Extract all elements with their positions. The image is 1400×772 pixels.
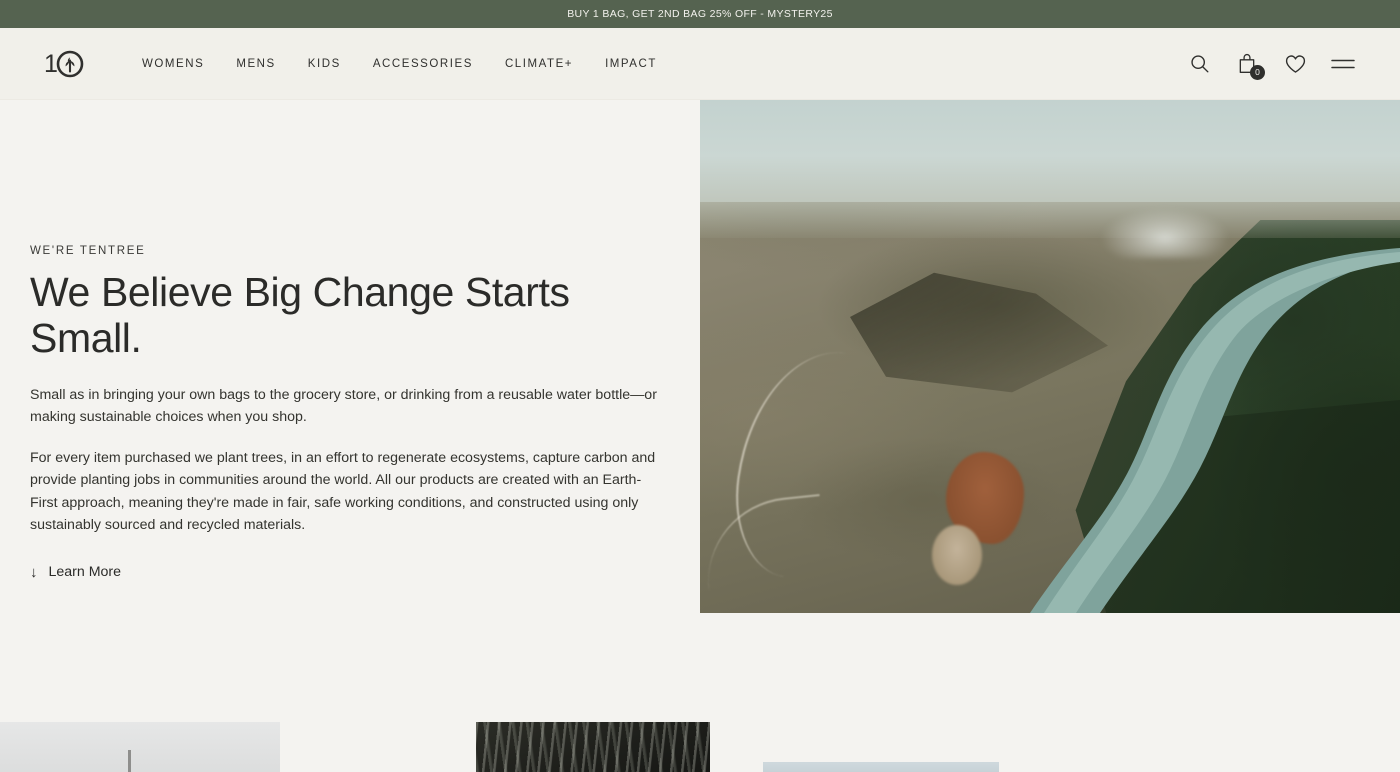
- primary-nav: WOMENS MENS KIDS ACCESSORIES CLIMATE+ IM…: [126, 50, 1186, 78]
- hero-image-smoke: [1100, 208, 1230, 258]
- brand-logo[interactable]: 1: [44, 49, 84, 79]
- nav-item-impact[interactable]: IMPACT: [589, 50, 673, 78]
- nav-item-kids[interactable]: KIDS: [292, 50, 357, 78]
- hero-image-river: [1030, 248, 1400, 613]
- svg-text:1: 1: [44, 50, 58, 78]
- hero-title: We Believe Big Change Starts Small.: [30, 269, 570, 361]
- bottom-tile-strip: [0, 722, 1400, 772]
- cart-count-badge: 0: [1250, 64, 1265, 80]
- search-button[interactable]: [1186, 51, 1212, 77]
- bottom-tile-dark[interactable]: [476, 722, 710, 772]
- announcement-text: BUY 1 BAG, GET 2ND BAG 25% OFF - MYSTERY…: [567, 8, 833, 20]
- wishlist-button[interactable]: [1282, 51, 1308, 77]
- hero-paragraph-2: For every item purchased we plant trees,…: [30, 449, 656, 533]
- heart-icon: [1285, 54, 1305, 73]
- tentree-logo-icon: 1: [44, 50, 84, 78]
- hero-eyebrow: WE'RE TENTREE: [30, 245, 146, 257]
- hamburger-menu-icon: [1331, 59, 1355, 68]
- menu-button[interactable]: [1330, 51, 1356, 77]
- header-actions: 0: [1186, 51, 1356, 80]
- hero-copy: WE'RE TENTREE We Believe Big Change Star…: [30, 245, 675, 582]
- hero-image-sky: [700, 100, 1400, 202]
- nav-item-accessories[interactable]: ACCESSORIES: [357, 50, 489, 78]
- hero-section: WE'RE TENTREE We Believe Big Change Star…: [0, 100, 1400, 700]
- search-icon: [1190, 55, 1209, 73]
- page-root: BUY 1 BAG, GET 2ND BAG 25% OFF - MYSTERY…: [0, 0, 1400, 772]
- hero-image: [700, 100, 1400, 613]
- nav-item-womens[interactable]: WOMENS: [126, 50, 220, 78]
- bottom-tile-blue[interactable]: [763, 762, 999, 772]
- announcement-bar[interactable]: BUY 1 BAG, GET 2ND BAG 25% OFF - MYSTERY…: [0, 0, 1400, 28]
- bottom-tile-light[interactable]: [0, 722, 280, 772]
- hero-paragraph-1: Small as in bringing your own bags to th…: [30, 386, 657, 426]
- learn-more-label: Learn More: [48, 564, 122, 581]
- learn-more-link[interactable]: ↓ Learn More: [30, 564, 121, 580]
- arrow-down-icon: ↓: [30, 563, 38, 581]
- site-header: 1 WOMENS MENS KIDS ACCESSORIES CLIMATE+ …: [0, 28, 1400, 100]
- cart-button[interactable]: 0: [1234, 51, 1265, 80]
- nav-item-climate[interactable]: CLIMATE+: [489, 50, 589, 78]
- nav-item-mens[interactable]: MENS: [220, 50, 291, 78]
